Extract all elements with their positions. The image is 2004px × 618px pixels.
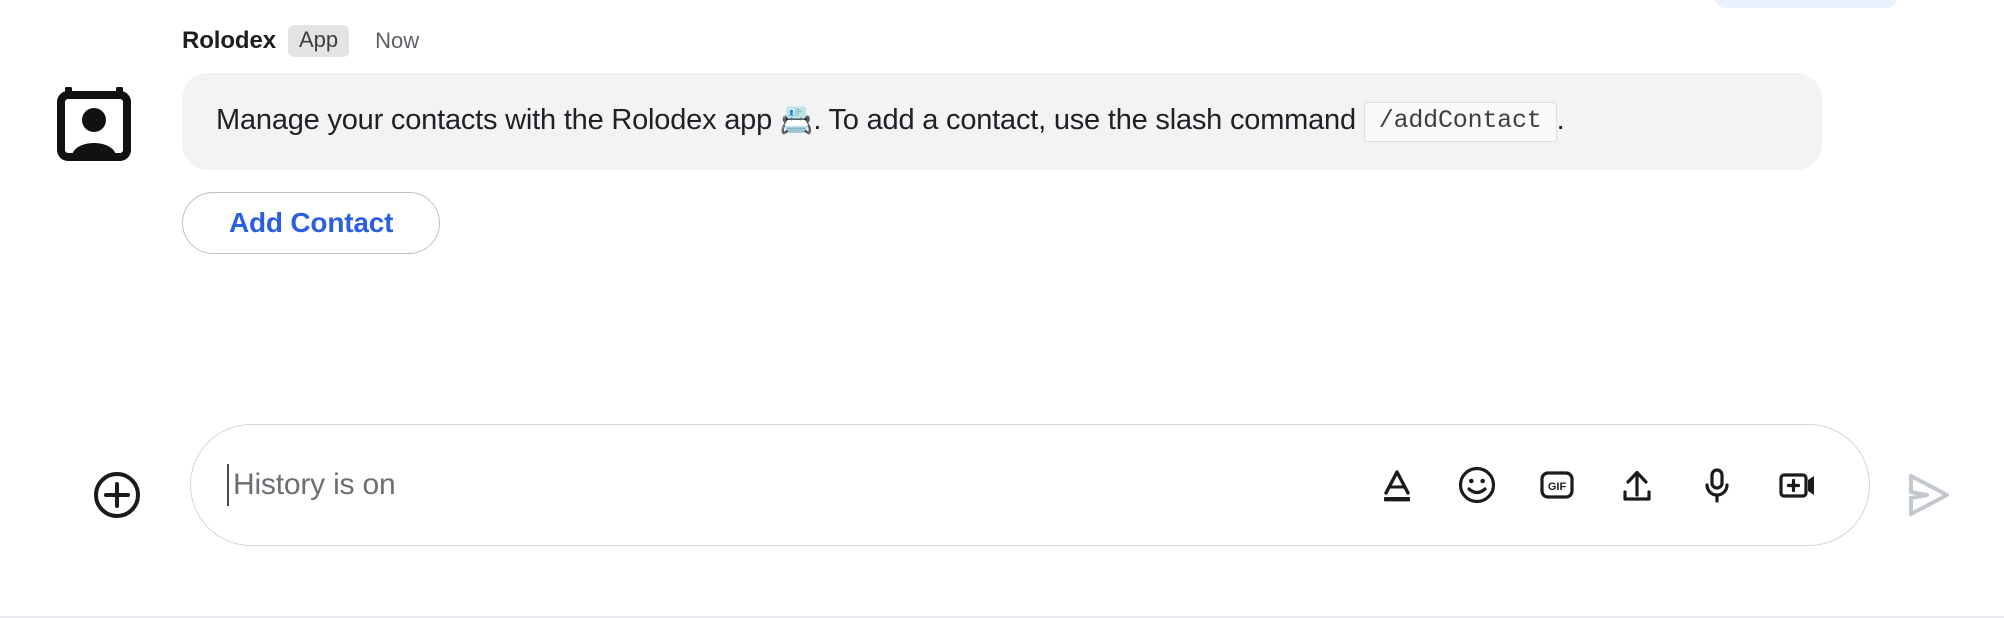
svg-text:GIF: GIF	[1548, 481, 1567, 493]
emoji-button[interactable]	[1455, 463, 1499, 507]
format-text-icon	[1384, 470, 1410, 502]
composer-toolbar: GIF	[1375, 463, 1819, 507]
card-index-emoji: 📇	[779, 105, 814, 135]
format-text-button[interactable]	[1375, 463, 1419, 507]
send-button[interactable]	[1900, 467, 1956, 523]
message-header: Rolodex App Now	[182, 24, 1822, 58]
add-contact-button[interactable]: Add Contact	[182, 192, 441, 254]
microphone-icon	[1705, 468, 1729, 503]
message-input-shell[interactable]: History is on GIF	[190, 424, 1870, 546]
add-attachment-button[interactable]	[92, 470, 142, 520]
message-text-part3: .	[1556, 104, 1565, 136]
plus-circle-icon	[94, 472, 140, 518]
avatar	[55, 84, 133, 162]
contact-card-icon	[57, 87, 131, 161]
chat-message-screen: Rolodex App Now Manage your contacts wit…	[0, 0, 2004, 618]
sender-name: Rolodex	[182, 27, 276, 54]
microphone-button[interactable]	[1695, 463, 1739, 507]
emoji-smiley-icon	[1458, 466, 1496, 504]
clipped-pill-top	[1714, 0, 1898, 8]
add-video-icon	[1779, 473, 1814, 498]
message-input-placeholder[interactable]: History is on	[233, 468, 1375, 502]
upload-icon	[1623, 470, 1651, 501]
message-text-part1: Manage your contacts with the Rolodex ap…	[216, 104, 780, 136]
message-column: Rolodex App Now Manage your contacts wit…	[182, 24, 1822, 254]
message-timestamp: Now	[375, 28, 420, 53]
gif-icon: GIF	[1540, 471, 1574, 499]
text-caret	[227, 464, 229, 506]
app-badge: App	[287, 25, 350, 57]
message-composer: History is on GIF	[0, 410, 2004, 558]
add-video-button[interactable]	[1775, 463, 1819, 507]
send-arrow-icon	[1909, 474, 1949, 516]
message-bubble: Manage your contacts with the Rolodex ap…	[182, 73, 1822, 170]
slash-command-code: /addContact	[1363, 102, 1557, 142]
upload-button[interactable]	[1615, 463, 1659, 507]
message-text-part2: . To add a contact, use the slash comman…	[813, 104, 1364, 136]
gif-button[interactable]: GIF	[1535, 463, 1579, 507]
